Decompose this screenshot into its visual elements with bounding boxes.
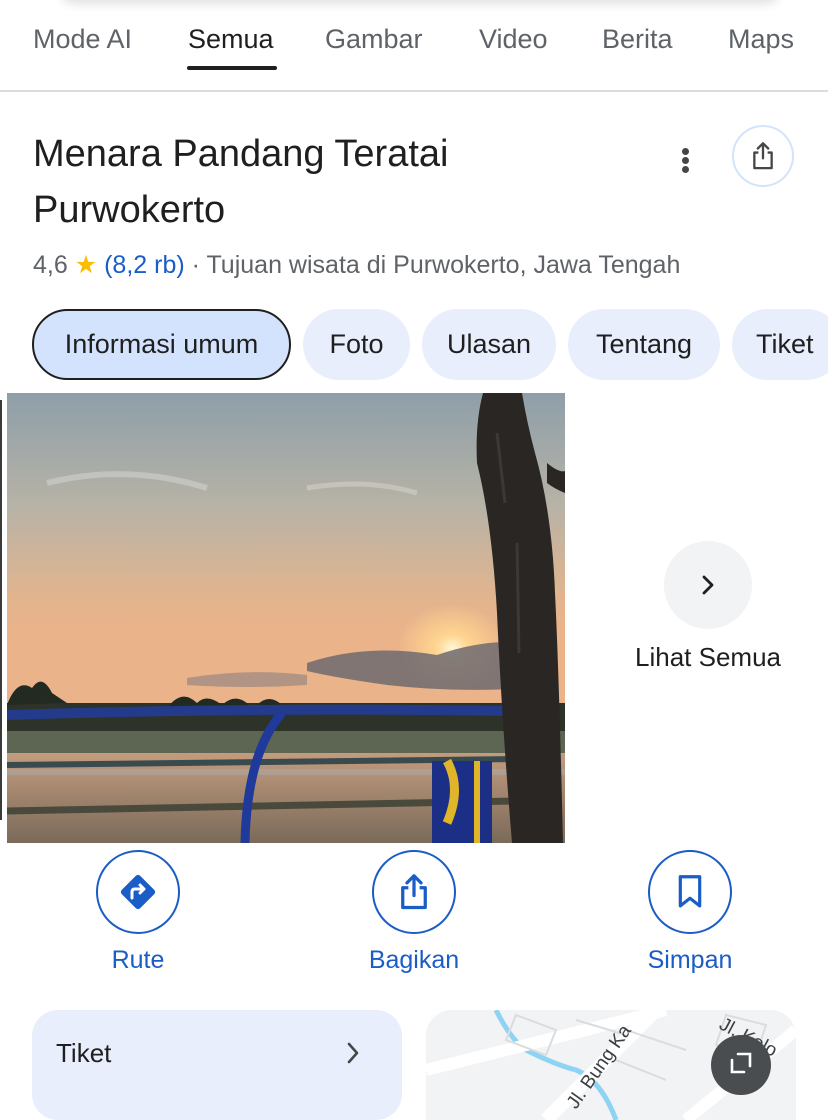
share-icon [401,874,427,910]
more-vert-icon [682,148,689,155]
share-icon [753,142,773,170]
bookmark-icon [678,875,702,908]
tab-maps[interactable]: Maps [728,24,794,55]
see-all-photos-button[interactable] [664,541,752,629]
chip-ulasan[interactable]: Ulasan [422,309,556,380]
expand-map-button[interactable] [711,1035,771,1095]
save-label: Simpan [647,946,733,974]
chip-tiket[interactable]: Tiket [732,309,828,380]
rating-value: 4,6 [33,251,68,279]
tab-video[interactable]: Video [479,24,548,55]
share-action[interactable]: Bagikan [324,850,504,975]
chip-foto[interactable]: Foto [303,309,410,380]
route-button[interactable] [96,850,180,934]
save-button[interactable] [648,850,732,934]
directions-icon [120,874,156,910]
active-tab-indicator [187,66,277,70]
tab-mode-ai[interactable]: Mode AI [33,24,132,55]
place-title: Menara Pandang Teratai Purwokerto [33,133,449,231]
more-options-button[interactable] [670,140,702,180]
see-all-label[interactable]: Lihat Semua [600,642,816,673]
meta-separator: · [191,251,200,279]
place-category: Tujuan wisata di Purwokerto, Jawa Tengah [206,251,681,279]
more-vert-icon-dot [682,166,689,173]
chip-informasi-umum[interactable]: Informasi umum [32,309,291,380]
previous-photo-edge [0,400,2,820]
save-action[interactable]: Simpan [600,850,780,975]
share-top-button[interactable] [732,125,794,187]
tab-semua[interactable]: Semua [188,24,274,55]
route-action[interactable]: Rute [48,850,228,975]
tab-berita[interactable]: Berita [602,24,673,55]
chevron-right-icon [702,575,714,595]
sunset-photo [7,393,565,843]
tab-gambar[interactable]: Gambar [325,24,423,55]
route-label: Rute [111,946,165,974]
chip-tentang[interactable]: Tentang [568,309,720,380]
chevron-right-icon [347,1042,359,1064]
place-photo[interactable] [7,393,565,843]
review-count-link[interactable]: (8,2 rb) [104,251,185,279]
share-label: Bagikan [368,946,460,974]
place-meta: 4,6 ★ (8,2 rb) · Tujuan wisata di Purwok… [33,250,680,280]
search-tabs: Mode AI Semua Gambar Video Berita Maps [0,0,828,92]
more-vert-icon-dot [682,157,689,164]
ticket-label: Tiket [56,1038,112,1068]
share-button[interactable] [372,850,456,934]
star-icon: ★ [74,251,98,279]
